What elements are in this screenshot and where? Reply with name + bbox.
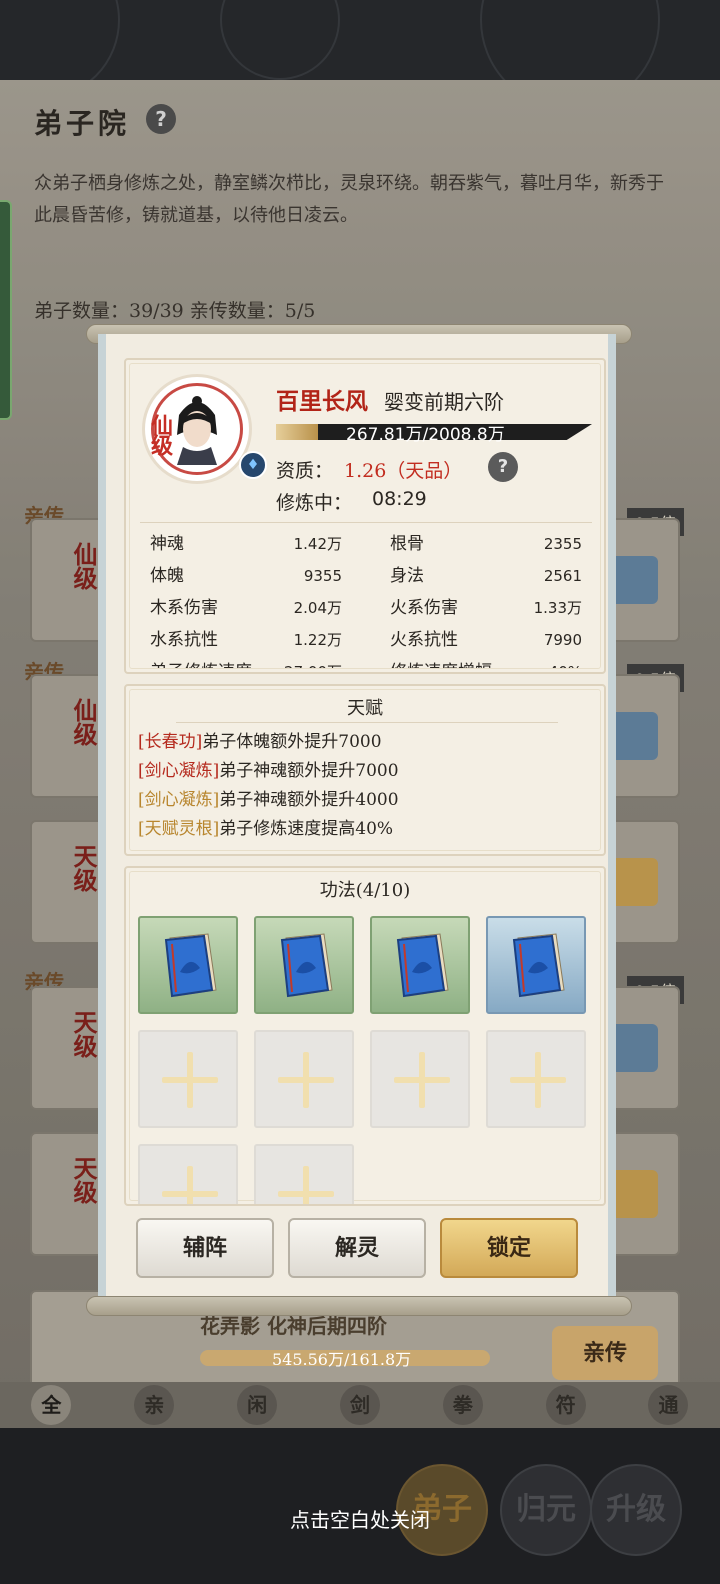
stat-label: 体魄 bbox=[150, 566, 184, 586]
stat-label: 水系抗性 bbox=[150, 630, 218, 650]
formation-button[interactable]: 辅阵 bbox=[136, 1218, 274, 1278]
cultivate-timer: 08:29 bbox=[372, 488, 427, 510]
disciple-detail-modal: ♦ 仙级 百里长风 婴变前期六阶 267.81万/2008.8万 资质： 1.2… bbox=[98, 334, 616, 1310]
filter-idle[interactable]: 闲 bbox=[237, 1385, 278, 1425]
stat-label: 弟子修炼速度 bbox=[150, 656, 252, 668]
technique-slot[interactable] bbox=[254, 916, 354, 1014]
exp-text: 267.81万/2008.8万 bbox=[346, 425, 505, 445]
talent-panel: 天赋 [长春功]弟子体魄额外提升7000 [剑心凝炼]弟子神魂额外提升7000 … bbox=[124, 684, 606, 856]
stat-row: 木系伤害 2.04万 火系伤害 1.33万 bbox=[150, 592, 582, 624]
blue-book-icon bbox=[396, 933, 449, 998]
disciple-count: 弟子数量：39/39 亲传数量：5/5 bbox=[34, 300, 316, 322]
talent-list: [长春功]弟子体魄额外提升7000 [剑心凝炼]弟子神魂额外提升7000 [剑心… bbox=[138, 728, 399, 844]
stat-label: 木系伤害 bbox=[150, 598, 218, 618]
page-title: 弟子院 bbox=[34, 107, 131, 140]
stat-value: 7990 bbox=[543, 631, 582, 649]
water-element-icon: ♦ bbox=[239, 451, 267, 479]
stat-value: 2355 bbox=[543, 535, 582, 553]
aptitude-label: 资质： bbox=[276, 460, 334, 482]
filter-all[interactable]: 全 bbox=[31, 1385, 72, 1425]
talent-tag: [剑心凝炼] bbox=[138, 761, 220, 781]
filter-general[interactable]: 通 bbox=[648, 1385, 689, 1425]
empty-technique-slot[interactable] bbox=[486, 1030, 586, 1128]
stat-label: 火系伤害 bbox=[390, 598, 458, 618]
stat-row: 水系抗性 1.22万 火系抗性 7990 bbox=[150, 624, 582, 656]
stat-value: 1.33万 bbox=[533, 599, 582, 617]
technique-title: 功法(4/10) bbox=[319, 880, 411, 901]
technique-panel: 功法(4/10) bbox=[124, 866, 606, 1206]
stat-value: 27.00万 bbox=[284, 656, 342, 668]
disciple-name: 百里长风 bbox=[276, 388, 368, 415]
disciple-realm: 婴变前期六阶 bbox=[384, 390, 504, 414]
talent-desc: 弟子体魄额外提升7000 bbox=[202, 732, 382, 752]
talent-tag: [剑心凝炼] bbox=[138, 790, 220, 810]
talent-item: [剑心凝炼]弟子神魂额外提升4000 bbox=[138, 786, 399, 815]
unbind-button[interactable]: 解灵 bbox=[288, 1218, 426, 1278]
talent-desc: 弟子修炼速度提高40% bbox=[219, 819, 394, 839]
close-hint[interactable]: 点击空白处关闭 bbox=[0, 1504, 720, 1533]
talent-desc: 弟子神魂额外提升4000 bbox=[219, 790, 399, 810]
direct-disciple-button[interactable]: 亲传 bbox=[552, 1326, 658, 1380]
stat-value: 2.04万 bbox=[293, 599, 342, 617]
stat-value: 2561 bbox=[543, 567, 582, 585]
talent-item: [剑心凝炼]弟子神魂额外提升7000 bbox=[138, 757, 399, 786]
stat-label: 身法 bbox=[390, 566, 424, 586]
rank-badge: 仙级 bbox=[147, 414, 173, 454]
stat-value: 9355 bbox=[303, 567, 342, 585]
empty-technique-slot[interactable] bbox=[254, 1030, 354, 1128]
talent-item: [长春功]弟子体魄额外提升7000 bbox=[138, 728, 399, 757]
aptitude-value: 1.26（天品） bbox=[344, 460, 463, 482]
scroll-rod-bottom bbox=[86, 1296, 632, 1316]
talent-title: 天赋 bbox=[347, 698, 383, 719]
stat-label: 火系抗性 bbox=[390, 630, 458, 650]
side-tab[interactable] bbox=[0, 200, 12, 420]
stat-row: 弟子修炼速度 27.00万 修炼速度增幅 40% bbox=[150, 656, 582, 668]
stat-label: 修炼速度增幅 bbox=[390, 656, 492, 668]
blue-book-icon bbox=[164, 933, 217, 998]
exp-text: 545.56万/161.8万 bbox=[272, 1350, 412, 1369]
talent-tag: [长春功] bbox=[138, 732, 203, 752]
filter-fist[interactable]: 拳 bbox=[442, 1385, 483, 1425]
stat-row: 体魄 9355 身法 2561 bbox=[150, 560, 582, 592]
filter-talisman[interactable]: 符 bbox=[545, 1385, 586, 1425]
stat-value: 40% bbox=[549, 656, 582, 668]
technique-slot[interactable] bbox=[138, 916, 238, 1014]
technique-slot[interactable] bbox=[370, 916, 470, 1014]
stat-row: 神魂 1.42万 根骨 2355 bbox=[150, 528, 582, 560]
help-icon[interactable]: ? bbox=[488, 452, 518, 482]
stat-label: 根骨 bbox=[390, 534, 424, 554]
talent-item: [天赋灵根]弟子修炼速度提高40% bbox=[138, 815, 399, 844]
blue-book-icon bbox=[280, 933, 333, 998]
stat-value: 1.42万 bbox=[293, 535, 342, 553]
empty-technique-slot[interactable] bbox=[254, 1144, 354, 1204]
top-bar bbox=[0, 0, 720, 110]
technique-slot[interactable] bbox=[486, 916, 586, 1014]
portrait-icon bbox=[177, 396, 217, 465]
profile-panel: ♦ 仙级 百里长风 婴变前期六阶 267.81万/2008.8万 资质： 1.2… bbox=[124, 358, 606, 674]
talent-tag: [天赋灵根] bbox=[138, 819, 220, 839]
lock-button[interactable]: 锁定 bbox=[440, 1218, 578, 1278]
talent-desc: 弟子神魂额外提升7000 bbox=[219, 761, 399, 781]
stat-label: 神魂 bbox=[150, 534, 184, 554]
blue-book-icon bbox=[512, 933, 565, 998]
filter-bar: 全 亲 闲 剑 拳 符 通 bbox=[0, 1382, 720, 1428]
help-icon[interactable]: ? bbox=[146, 104, 176, 134]
cultivate-label: 修炼中： bbox=[276, 492, 353, 514]
empty-technique-slot[interactable] bbox=[138, 1144, 238, 1204]
stat-value: 1.22万 bbox=[293, 631, 342, 649]
stats-grid[interactable]: 神魂 1.42万 根骨 2355 体魄 9355 身法 2561 木系伤害 2.04万 火… bbox=[150, 528, 582, 668]
hall-description: 众弟子栖身修炼之处，静室鳞次栉比，灵泉环绕。朝吞紫气，暮吐月华，新秀于此晨昏苦修… bbox=[34, 173, 664, 226]
filter-direct[interactable]: 亲 bbox=[134, 1385, 175, 1425]
filter-sword[interactable]: 剑 bbox=[339, 1385, 380, 1425]
empty-technique-slot[interactable] bbox=[370, 1030, 470, 1128]
empty-technique-slot[interactable] bbox=[138, 1030, 238, 1128]
